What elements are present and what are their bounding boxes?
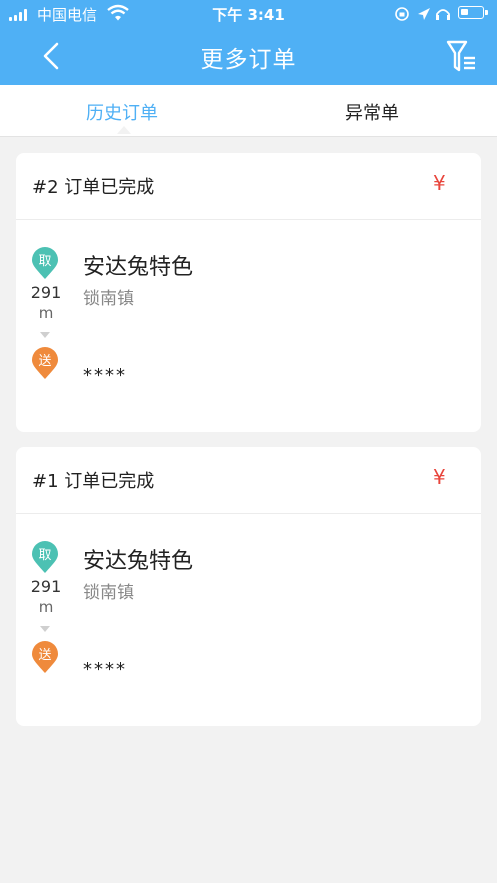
- header-bar: 中国电信 下午 3:41 更多订单: [0, 0, 497, 85]
- location-arrow-icon: [418, 8, 430, 20]
- filter-list-icon[interactable]: [440, 36, 480, 76]
- destination-address: ****: [83, 365, 127, 386]
- tab-history-orders[interactable]: 历史订单: [86, 99, 158, 125]
- order-status-title: #1 订单已完成: [32, 471, 155, 492]
- dropoff-badge: 送: [38, 648, 51, 663]
- order-tabs: 历史订单 异常单: [0, 85, 497, 137]
- order-card[interactable]: #1 订单已完成 ¥ 取 291 m 送 安达兔特色 锁南镇 ****: [16, 447, 481, 726]
- distance-value: 291: [30, 283, 62, 302]
- order-price: ¥: [433, 171, 446, 195]
- page-title: 更多订单: [200, 47, 297, 73]
- shop-address: 锁南镇: [83, 583, 134, 603]
- destination-address: ****: [83, 659, 127, 680]
- pickup-badge: 取: [38, 548, 51, 563]
- shop-address: 锁南镇: [83, 289, 134, 309]
- distance-unit: m: [38, 304, 54, 322]
- nav-bar: 更多订单: [0, 28, 497, 85]
- order-card-header: #2 订单已完成 ¥: [16, 153, 481, 220]
- dropoff-badge: 送: [38, 354, 51, 369]
- dropoff-pin-icon: 送: [32, 641, 58, 673]
- order-card[interactable]: #2 订单已完成 ¥ 取 291 m 送 安达兔特色 锁南镇 ****: [16, 153, 481, 432]
- dropoff-pin-icon: 送: [32, 347, 58, 379]
- headphones-icon: [436, 9, 450, 20]
- pickup-pin-icon: 取: [32, 541, 58, 573]
- distance-unit: m: [38, 598, 54, 616]
- status-bar: 中国电信 下午 3:41: [0, 0, 497, 28]
- status-icons: [395, 7, 450, 21]
- battery-icon: [458, 6, 488, 19]
- active-tab-indicator: [117, 126, 131, 134]
- orientation-lock-icon: [395, 7, 409, 21]
- route-arrow-icon: [40, 332, 50, 338]
- order-status-title: #2 订单已完成: [32, 177, 155, 198]
- order-card-header: #1 订单已完成 ¥: [16, 447, 481, 514]
- pickup-badge: 取: [38, 254, 51, 269]
- shop-name: 安达兔特色: [83, 549, 194, 574]
- shop-name: 安达兔特色: [83, 255, 194, 280]
- distance-value: 291: [30, 577, 62, 596]
- route-arrow-icon: [40, 626, 50, 632]
- order-price: ¥: [433, 465, 446, 489]
- pickup-pin-icon: 取: [32, 247, 58, 279]
- tab-abnormal-orders[interactable]: 异常单: [345, 99, 399, 125]
